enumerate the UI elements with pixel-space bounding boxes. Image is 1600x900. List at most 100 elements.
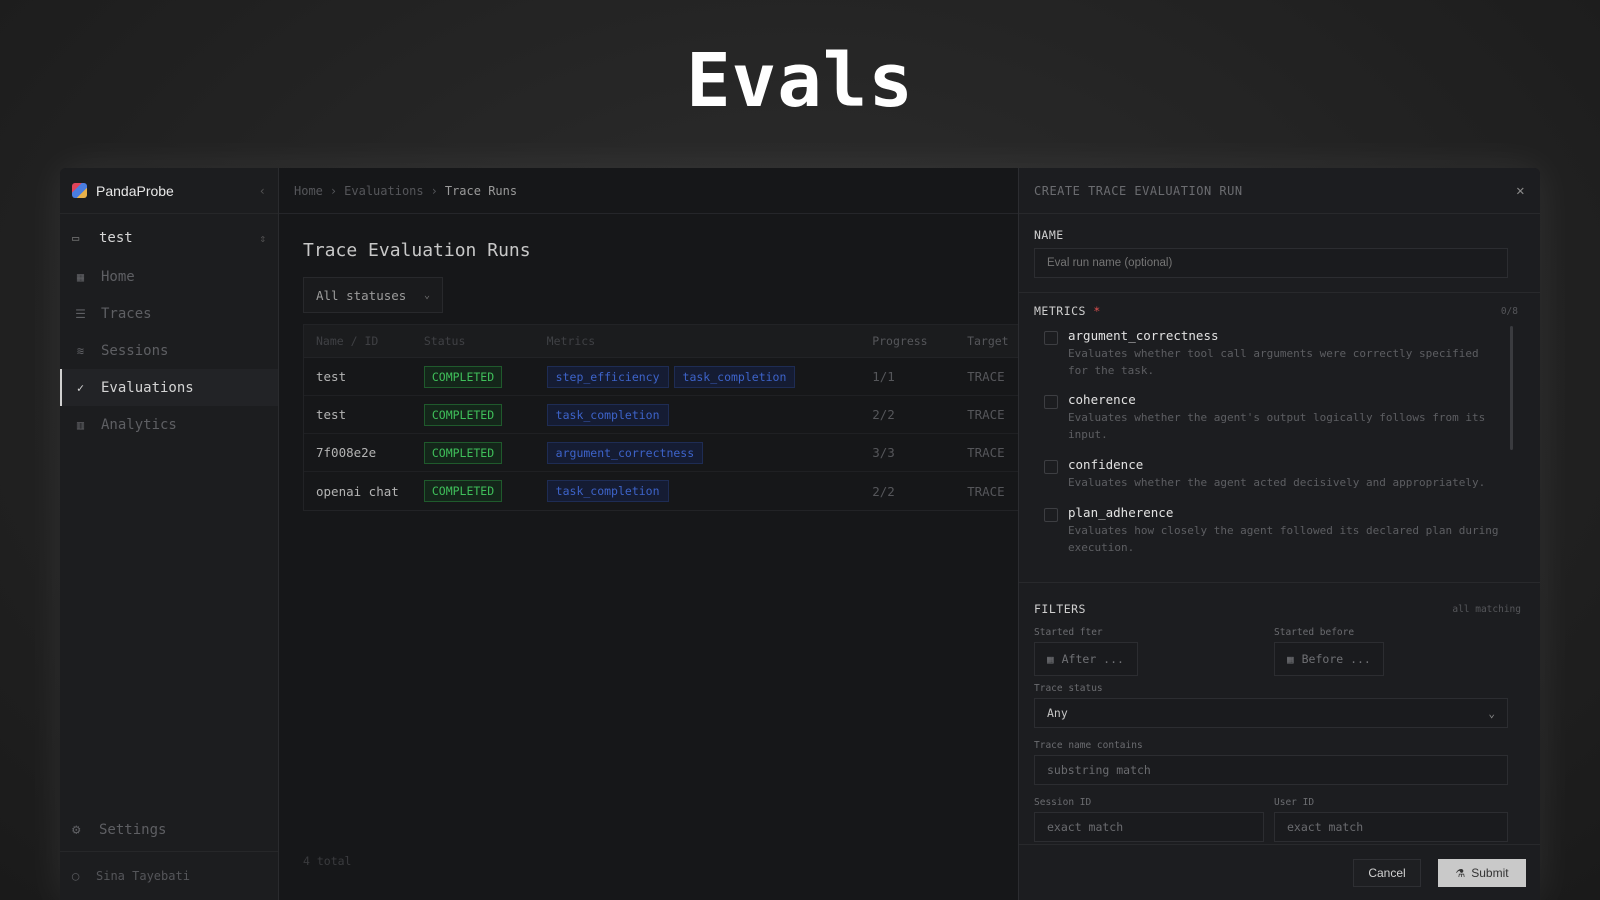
status-badge: COMPLETED: [423, 403, 503, 426]
trace-name-placeholder: substring match: [1047, 763, 1151, 777]
session-id-input[interactable]: exact match: [1034, 812, 1264, 842]
run-progress: 2/2: [872, 483, 895, 499]
column-header: Name / ID: [316, 334, 379, 348]
main-content: Home › Evaluations › Trace Runs Trace Ev…: [279, 168, 1018, 900]
column-header: Progress: [872, 334, 928, 348]
status-badge: COMPLETED: [423, 480, 503, 502]
metric-option[interactable]: coherence Evaluates whether the agent's …: [1034, 388, 1504, 453]
sidebar-item-analytics[interactable]: ▥ Analytics: [60, 406, 278, 443]
settings-label: Settings: [99, 821, 167, 838]
metrics-list: argument_correctness Evaluates whether t…: [1034, 324, 1504, 570]
metric-checkbox[interactable]: [1044, 395, 1058, 409]
metric-checkbox[interactable]: [1044, 331, 1058, 345]
sidebar-item-label: Evaluations: [101, 379, 194, 396]
trace-status-value: Any: [1047, 706, 1068, 720]
user-id-placeholder: exact match: [1287, 820, 1364, 834]
session-id-placeholder: exact match: [1047, 820, 1124, 834]
breadcrumb-home[interactable]: Home: [294, 184, 323, 198]
run-name: 7f008e2e: [316, 445, 377, 460]
user-id-input[interactable]: exact match: [1274, 812, 1508, 842]
trace-status-label: Trace status: [1034, 683, 1103, 694]
app-window: PandaProbe ‹ ▭ test ⇕ ▦ Home ☰ Traces ≋ …: [60, 168, 1540, 900]
metric-option[interactable]: confidence Evaluates whether the agent a…: [1034, 453, 1504, 501]
panel-header: CREATE TRACE EVALUATION RUN ✕: [1019, 168, 1540, 214]
column-header: Status: [423, 334, 466, 348]
grid-icon: ▦: [76, 269, 85, 284]
user-icon: ◯: [72, 869, 80, 883]
list-icon: ☰: [75, 306, 86, 321]
metric-description: Evaluates whether the agent's output log…: [1068, 411, 1486, 441]
status-filter-select[interactable]: All statuses ⌄: [303, 277, 443, 313]
panda-logo-icon: [72, 183, 87, 198]
metric-option[interactable]: argument_correctness Evaluates whether t…: [1034, 324, 1504, 388]
submit-button[interactable]: ⚗ Submit: [1438, 859, 1526, 887]
run-target: TRACE: [967, 407, 1005, 422]
metric-name: plan_adherence: [1068, 505, 1174, 520]
metrics-count: 0/8: [1500, 306, 1518, 317]
table-row[interactable]: test COMPLETED step_efficiency task_comp…: [304, 358, 1018, 396]
trace-status-select[interactable]: Any ⌄: [1034, 698, 1508, 728]
started-after-placeholder: After ...: [1061, 652, 1124, 666]
metric-tag: task_completion: [546, 403, 669, 426]
calendar-icon: ▦: [1287, 652, 1294, 666]
required-mark: *: [1093, 304, 1101, 318]
submit-label: Submit: [1471, 866, 1509, 880]
calendar-icon: ▦: [1047, 652, 1054, 666]
run-progress: 2/2: [872, 407, 895, 422]
run-name-input[interactable]: [1034, 248, 1508, 278]
project-switcher[interactable]: ▭ test ⇕: [60, 218, 278, 258]
panel-title: CREATE TRACE EVALUATION RUN: [1034, 183, 1243, 198]
column-header: Metrics: [546, 334, 596, 348]
metric-option[interactable]: plan_adherence Evaluates how closely the…: [1034, 501, 1504, 565]
status-filter-value: All statuses: [316, 287, 407, 303]
sidebar-item-home[interactable]: ▦ Home: [60, 258, 278, 295]
collapse-sidebar-icon[interactable]: ‹: [259, 184, 266, 198]
chevron-updown-icon: ⇕: [259, 231, 266, 245]
flask-icon: ⚗: [1455, 867, 1466, 880]
status-badge: COMPLETED: [423, 441, 503, 464]
sidebar-item-label: Sessions: [101, 342, 169, 359]
status-badge: COMPLETED: [423, 365, 503, 388]
divider: [1019, 292, 1540, 293]
metric-description: Evaluates whether the agent acted decisi…: [1068, 476, 1486, 489]
runs-table: Name / ID Status Metrics Progress Target…: [303, 324, 1018, 511]
sidebar-item-label: Home: [101, 268, 135, 285]
sidebar-item-traces[interactable]: ☰ Traces: [60, 295, 278, 332]
layers-icon: ≋: [76, 343, 85, 358]
run-target: TRACE: [967, 369, 1005, 384]
metrics-scrollbar[interactable]: [1510, 326, 1513, 450]
sidebar-item-settings[interactable]: ⚙ Settings: [60, 808, 278, 852]
run-progress: 1/1: [872, 369, 895, 384]
cancel-button[interactable]: Cancel: [1353, 859, 1421, 887]
sidebar-item-label: Traces: [101, 305, 152, 322]
brand-name: PandaProbe: [96, 182, 174, 199]
started-after-picker[interactable]: ▦ After ...: [1034, 642, 1138, 676]
user-name: Sina Tayebati: [96, 869, 190, 883]
sidebar-item-label: Analytics: [101, 416, 177, 433]
sidebar-footer: ⚙ Settings ◯ Sina Tayebati: [60, 808, 278, 900]
create-run-panel: CREATE TRACE EVALUATION RUN ✕ NAME METRI…: [1018, 168, 1540, 900]
metric-checkbox[interactable]: [1044, 508, 1058, 522]
breadcrumb-current: Trace Runs: [444, 183, 518, 198]
breadcrumb-separator-icon: ›: [430, 183, 438, 198]
chevron-down-icon: ⌄: [423, 289, 430, 301]
metric-tag: task_completion: [546, 480, 669, 502]
breadcrumb-evaluations[interactable]: Evaluations: [344, 184, 423, 198]
divider: [1019, 582, 1540, 583]
table-row[interactable]: 7f008e2e COMPLETED argument_correctness …: [304, 434, 1018, 472]
trace-name-label: Trace name contains: [1034, 740, 1143, 751]
trace-name-input[interactable]: substring match: [1034, 755, 1508, 785]
metric-checkbox[interactable]: [1044, 460, 1058, 474]
started-before-picker[interactable]: ▦ Before ...: [1274, 642, 1384, 676]
run-target: TRACE: [967, 483, 1005, 499]
user-menu[interactable]: ◯ Sina Tayebati: [60, 852, 278, 900]
run-target: TRACE: [967, 445, 1005, 460]
table-row[interactable]: test COMPLETED task_completion 2/2 TRACE: [304, 396, 1018, 434]
metric-description: Evaluates how closely the agent followed…: [1068, 524, 1499, 554]
filters-label: FILTERS: [1034, 602, 1086, 616]
table-row[interactable]: openai chat COMPLETED task_completion 2/…: [304, 472, 1018, 510]
close-icon[interactable]: ✕: [1516, 183, 1525, 199]
sidebar-item-evaluations[interactable]: ✓ Evaluations: [60, 369, 278, 406]
sidebar-item-sessions[interactable]: ≋ Sessions: [60, 332, 278, 369]
metrics-label: METRICS *: [1034, 304, 1101, 318]
